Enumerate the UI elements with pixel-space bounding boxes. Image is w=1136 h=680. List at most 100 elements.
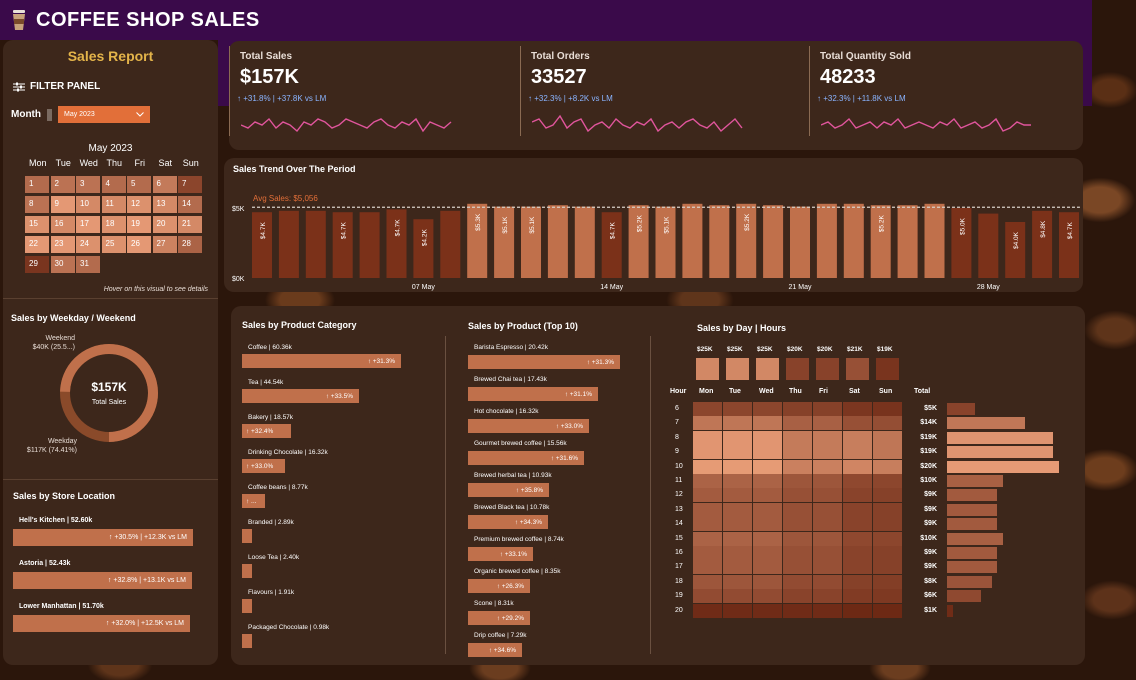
heatmap-cell[interactable] [873,589,902,604]
trend-bar[interactable] [978,213,999,278]
day-total-bar[interactable] [726,358,749,380]
heatmap-cell[interactable] [723,574,752,589]
calendar-day[interactable]: 28 [178,236,202,253]
heatmap-cell[interactable] [813,531,842,546]
calendar-day[interactable]: 20 [152,216,177,233]
heatmap-cell[interactable] [693,459,722,474]
heatmap-cell[interactable] [693,488,722,503]
calendar-day[interactable]: 9 [50,196,75,213]
calendar-day[interactable]: 24 [76,236,100,253]
heatmap-cell[interactable] [723,531,752,546]
heatmap-cell[interactable] [723,546,752,560]
heatmap-cell[interactable] [783,430,812,445]
heatmap-cell[interactable] [783,517,812,532]
heatmap-cell[interactable] [723,459,752,474]
heatmap-cell[interactable] [753,502,782,517]
trend-bar[interactable] [305,210,326,278]
heatmap-cell[interactable] [753,589,782,604]
category-bar[interactable]: ↑ ... [242,494,265,508]
heatmap-cell[interactable] [843,416,872,431]
hour-total-bar[interactable] [947,417,1025,430]
category-bar[interactable] [242,599,252,613]
heatmap-cell[interactable] [693,402,722,416]
heatmap-cell[interactable] [723,416,752,431]
calendar-day[interactable]: 27 [152,236,177,253]
product-bar[interactable]: ↑ +31.6% [468,451,584,465]
trend-bar[interactable] [790,206,810,278]
trend-bar[interactable] [332,212,353,278]
product-bar[interactable]: ↑ +31.1% [468,387,598,401]
kpi-sparkline[interactable] [821,111,1036,141]
hour-total-bar[interactable] [947,547,997,559]
heatmap-cell[interactable] [753,488,782,503]
heatmap-cell[interactable] [873,416,902,431]
trend-bar[interactable] [709,205,730,278]
product-bar[interactable]: ↑ +34.6% [468,643,522,657]
trend-bar[interactable] [924,203,945,278]
heatmap-cell[interactable] [783,474,812,488]
trend-bar[interactable] [413,219,434,278]
calendar-day[interactable]: 11 [101,196,126,213]
heatmap-cell[interactable] [753,531,782,546]
heatmap-cell[interactable] [813,402,842,416]
calendar-day[interactable]: 31 [76,256,100,273]
trend-bar[interactable] [843,203,864,278]
calendar-day[interactable]: 4 [101,176,126,193]
trend-bar[interactable] [359,212,380,278]
kpi-sparkline[interactable] [532,111,747,141]
product-bar[interactable]: ↑ +31.3% [468,355,620,369]
calendar-day[interactable]: 5 [127,176,151,193]
heatmap-cell[interactable] [843,531,872,546]
heatmap-cell[interactable] [783,589,812,604]
product-bar[interactable]: ↑ +34.3% [468,515,548,529]
heatmap-cell[interactable] [843,589,872,604]
heatmap-cell[interactable] [753,430,782,445]
heatmap-cell[interactable] [813,560,842,575]
heatmap-cell[interactable] [843,546,872,560]
day-total-bar[interactable] [846,358,869,380]
heatmap-cell[interactable] [723,430,752,445]
heatmap-cell[interactable] [843,603,872,618]
hour-total-bar[interactable] [947,561,997,574]
calendar-day[interactable]: 10 [76,196,100,213]
heatmap-cell[interactable] [693,445,722,460]
heatmap-cell[interactable] [873,531,902,546]
heatmap-cell[interactable] [843,402,872,416]
heatmap-cell[interactable] [873,459,902,474]
heatmap-cell[interactable] [753,416,782,431]
calendar-day[interactable]: 13 [152,196,177,213]
heatmap-cell[interactable] [753,474,782,488]
heatmap-cell[interactable] [783,574,812,589]
trend-bar[interactable] [763,205,784,278]
calendar-day[interactable]: 21 [178,216,202,233]
heatmap-cell[interactable] [783,531,812,546]
hour-total-bar[interactable] [947,604,953,617]
trend-bar[interactable] [897,205,918,278]
day-total-bar[interactable] [756,358,779,380]
month-dropdown[interactable]: May 2023 [58,106,150,123]
heatmap-cell[interactable] [693,546,722,560]
trend-bar[interactable] [547,205,568,278]
store-bar[interactable]: ↑ +32.8% | +13.1K vs LM [13,572,192,589]
heatmap-cell[interactable] [813,589,842,604]
day-total-bar[interactable] [876,358,899,380]
heatmap-cell[interactable] [843,517,872,532]
heatmap-cell[interactable] [843,430,872,445]
product-bar[interactable]: ↑ +26.3% [468,579,530,593]
heatmap-cell[interactable] [693,517,722,532]
heatmap-cell[interactable] [843,574,872,589]
category-bar[interactable] [242,634,252,648]
store-bar[interactable]: ↑ +32.0% | +12.5K vs LM [13,615,190,632]
heatmap-cell[interactable] [873,517,902,532]
heatmap-cell[interactable] [843,502,872,517]
trend-bar[interactable] [252,212,272,278]
heatmap-cell[interactable] [813,430,842,445]
calendar-day[interactable]: 23 [50,236,75,253]
category-bar[interactable]: ↑ +33.5% [242,389,359,403]
heatmap-cell[interactable] [873,502,902,517]
trend-bar[interactable] [601,212,622,278]
heatmap-cell[interactable] [723,502,752,517]
heatmap-cell[interactable] [723,445,752,460]
heatmap-cell[interactable] [813,445,842,460]
heatmap-cell[interactable] [783,603,812,618]
